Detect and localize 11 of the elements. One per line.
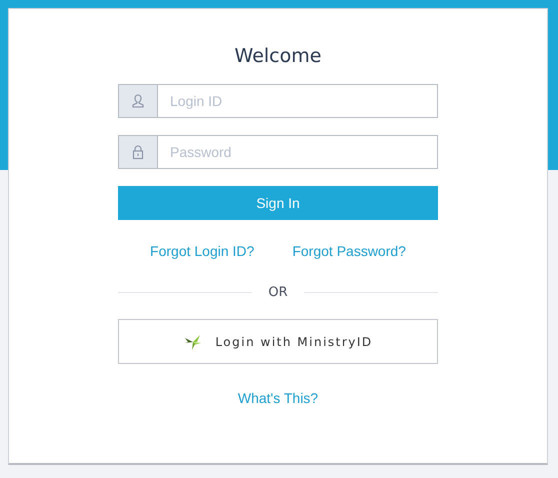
user-icon: [130, 93, 146, 109]
lock-icon: [131, 144, 145, 160]
input-field[interactable]: Login ID: [158, 84, 438, 118]
forgot-link[interactable]: Forgot Login ID?: [150, 243, 254, 259]
welcome-title: Welcome: [234, 45, 322, 67]
forgot-link[interactable]: Forgot Password?: [292, 243, 406, 259]
input-field[interactable]: Password: [158, 135, 438, 169]
sign-in-button[interactable]: Sign In: [118, 186, 438, 220]
whats-this-link[interactable]: What's This?: [238, 390, 318, 406]
or-divider-text: OR: [268, 285, 288, 300]
ministry-login-button[interactable]: Login with MinistryID: [118, 319, 438, 364]
